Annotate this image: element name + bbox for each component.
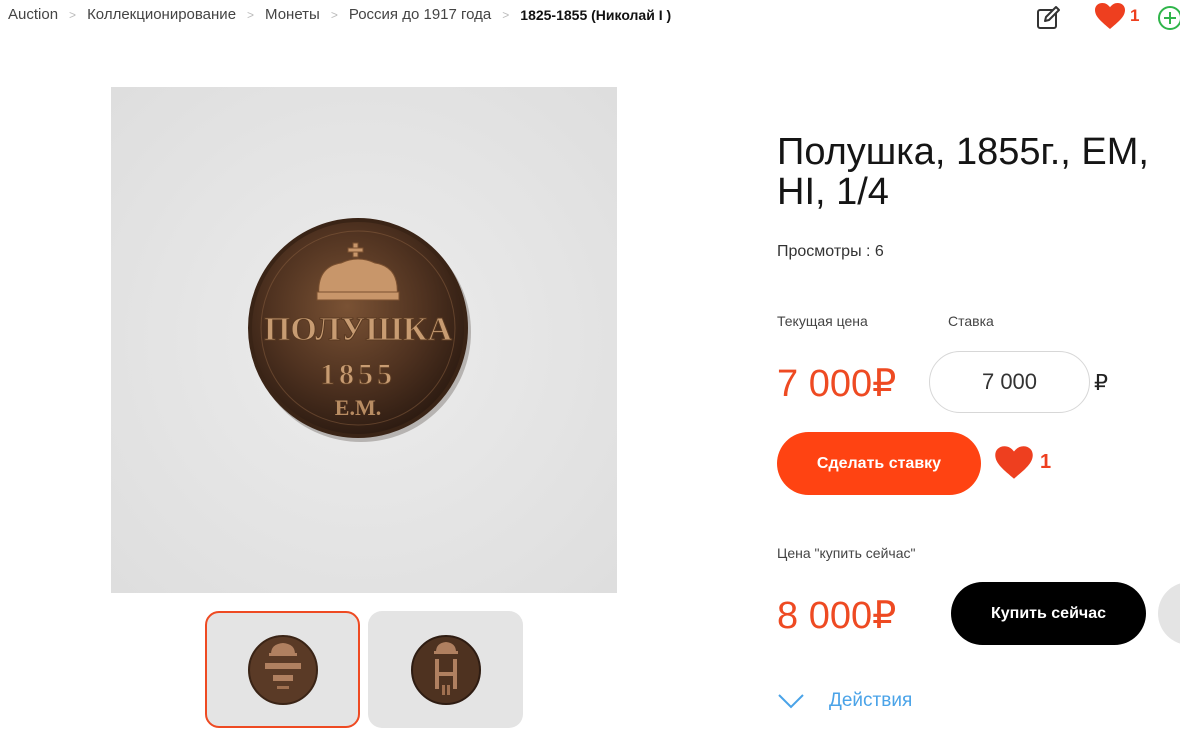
current-price: 7 000₽ [777,363,897,405]
coin-thumbnail-reverse [410,634,481,705]
favorites-button[interactable]: 1 [1094,2,1139,30]
breadcrumb-item-russia[interactable]: Россия до 1917 года [349,6,491,23]
chevron-down-icon [778,694,804,709]
current-price-label: Текущая цена [777,313,868,329]
actions-toggle[interactable]: Действия [777,690,912,712]
breadcrumb: Auction > Коллекционирование > Монеты > … [8,6,671,23]
thumbnail-obverse[interactable] [205,611,360,728]
coin-year: 1855 [320,358,396,391]
bid-label: Ставка [948,313,994,329]
heart-icon [995,446,1033,479]
coin-legend: ПОЛУШКА [264,311,452,348]
bid-currency: ₽ [1094,370,1108,395]
actions-label: Действия [829,690,913,711]
bid-input[interactable] [929,351,1090,413]
coin-thumbnail-obverse [247,634,318,705]
breadcrumb-current: 1825-1855 (Николай I ) [520,6,672,23]
place-bid-button[interactable]: Сделать ставку [777,432,981,495]
breadcrumb-item-coins[interactable]: Монеты [265,6,320,23]
coin-mint: Е.М. [335,395,381,420]
like-button[interactable]: 1 [994,445,1051,480]
breadcrumb-separator: > [330,7,338,22]
heart-icon [1095,3,1125,29]
breadcrumb-separator: > [69,7,77,22]
breadcrumb-item-auction[interactable]: Auction [8,6,58,23]
thumbnail-reverse[interactable] [368,611,523,728]
likes-count: 1 [1040,451,1052,473]
buy-now-price: 8 000₽ [777,595,897,637]
breadcrumb-separator: > [502,7,510,22]
breadcrumb-separator: > [247,7,255,22]
secondary-action-button[interactable] [1158,582,1180,645]
buy-now-label: Цена "купить сейчас" [777,545,916,561]
lot-title: Полушка, 1855г., ЕМ, HI, 1/4 [777,131,1149,213]
main-product-image[interactable]: ПОЛУШКА 1855 Е.М. [111,87,617,593]
breadcrumb-item-collecting[interactable]: Коллекционирование [87,6,236,23]
add-circle-icon[interactable] [1157,5,1180,31]
favorites-count: 1 [1130,6,1140,25]
views-count: Просмотры : 6 [777,243,884,260]
buy-now-button[interactable]: Купить сейчас [951,582,1146,645]
edit-icon[interactable] [1035,5,1061,31]
